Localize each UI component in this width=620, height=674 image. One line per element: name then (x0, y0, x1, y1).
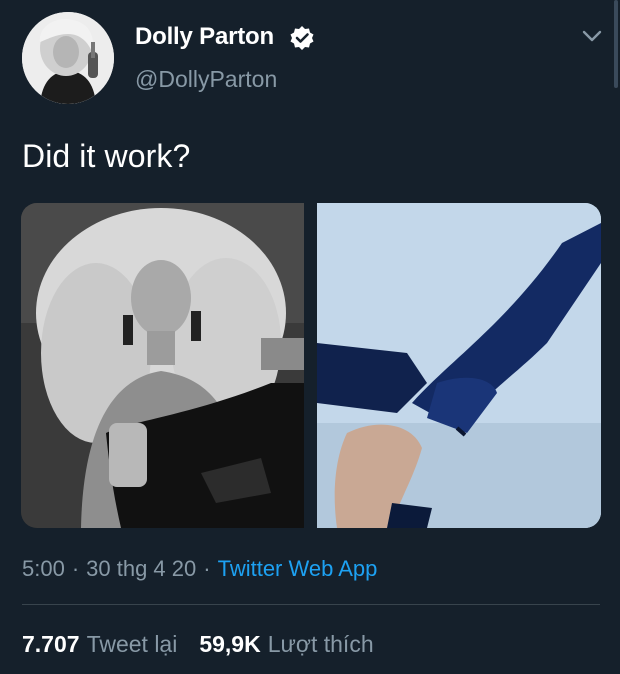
verified-badge-icon (290, 26, 314, 50)
photo-boots-image (317, 203, 601, 528)
likes-count: 59,9K (199, 631, 261, 657)
tweet-text: Did it work? (22, 138, 191, 174)
author-display-name[interactable]: Dolly Parton (135, 23, 274, 51)
media-photo-right[interactable] (317, 203, 601, 528)
author-handle[interactable]: @DollyParton (135, 66, 277, 93)
avatar-image (22, 12, 114, 104)
divider (22, 604, 600, 605)
avatar[interactable] (22, 12, 114, 104)
photo-portrait-image (21, 203, 304, 528)
tweet-date[interactable]: 30 thg 4 20 (86, 556, 196, 581)
retweets-count: 7.707 (22, 631, 80, 657)
media-photo-left[interactable] (21, 203, 304, 528)
tweet-source-link[interactable]: Twitter Web App (218, 556, 378, 581)
likes-stat[interactable]: 59,9K Lượt thích (199, 631, 373, 657)
likes-label: Lượt thích (267, 631, 374, 657)
tweet-stats: 7.707 Tweet lại 59,9K Lượt thích (22, 631, 374, 658)
retweets-stat[interactable]: 7.707 Tweet lại (22, 631, 177, 657)
retweets-label: Tweet lại (86, 631, 178, 657)
tweet-card: Dolly Parton @DollyParton Did it work? 5… (0, 0, 620, 674)
meta-separator: · (71, 556, 80, 581)
scrollbar[interactable] (614, 0, 618, 88)
meta-separator: · (203, 556, 211, 581)
chevron-down-icon[interactable] (580, 25, 604, 47)
tweet-meta: 5:00 · 30 thg 4 20 · Twitter Web App (22, 556, 377, 582)
tweet-time[interactable]: 5:00 (22, 556, 65, 581)
